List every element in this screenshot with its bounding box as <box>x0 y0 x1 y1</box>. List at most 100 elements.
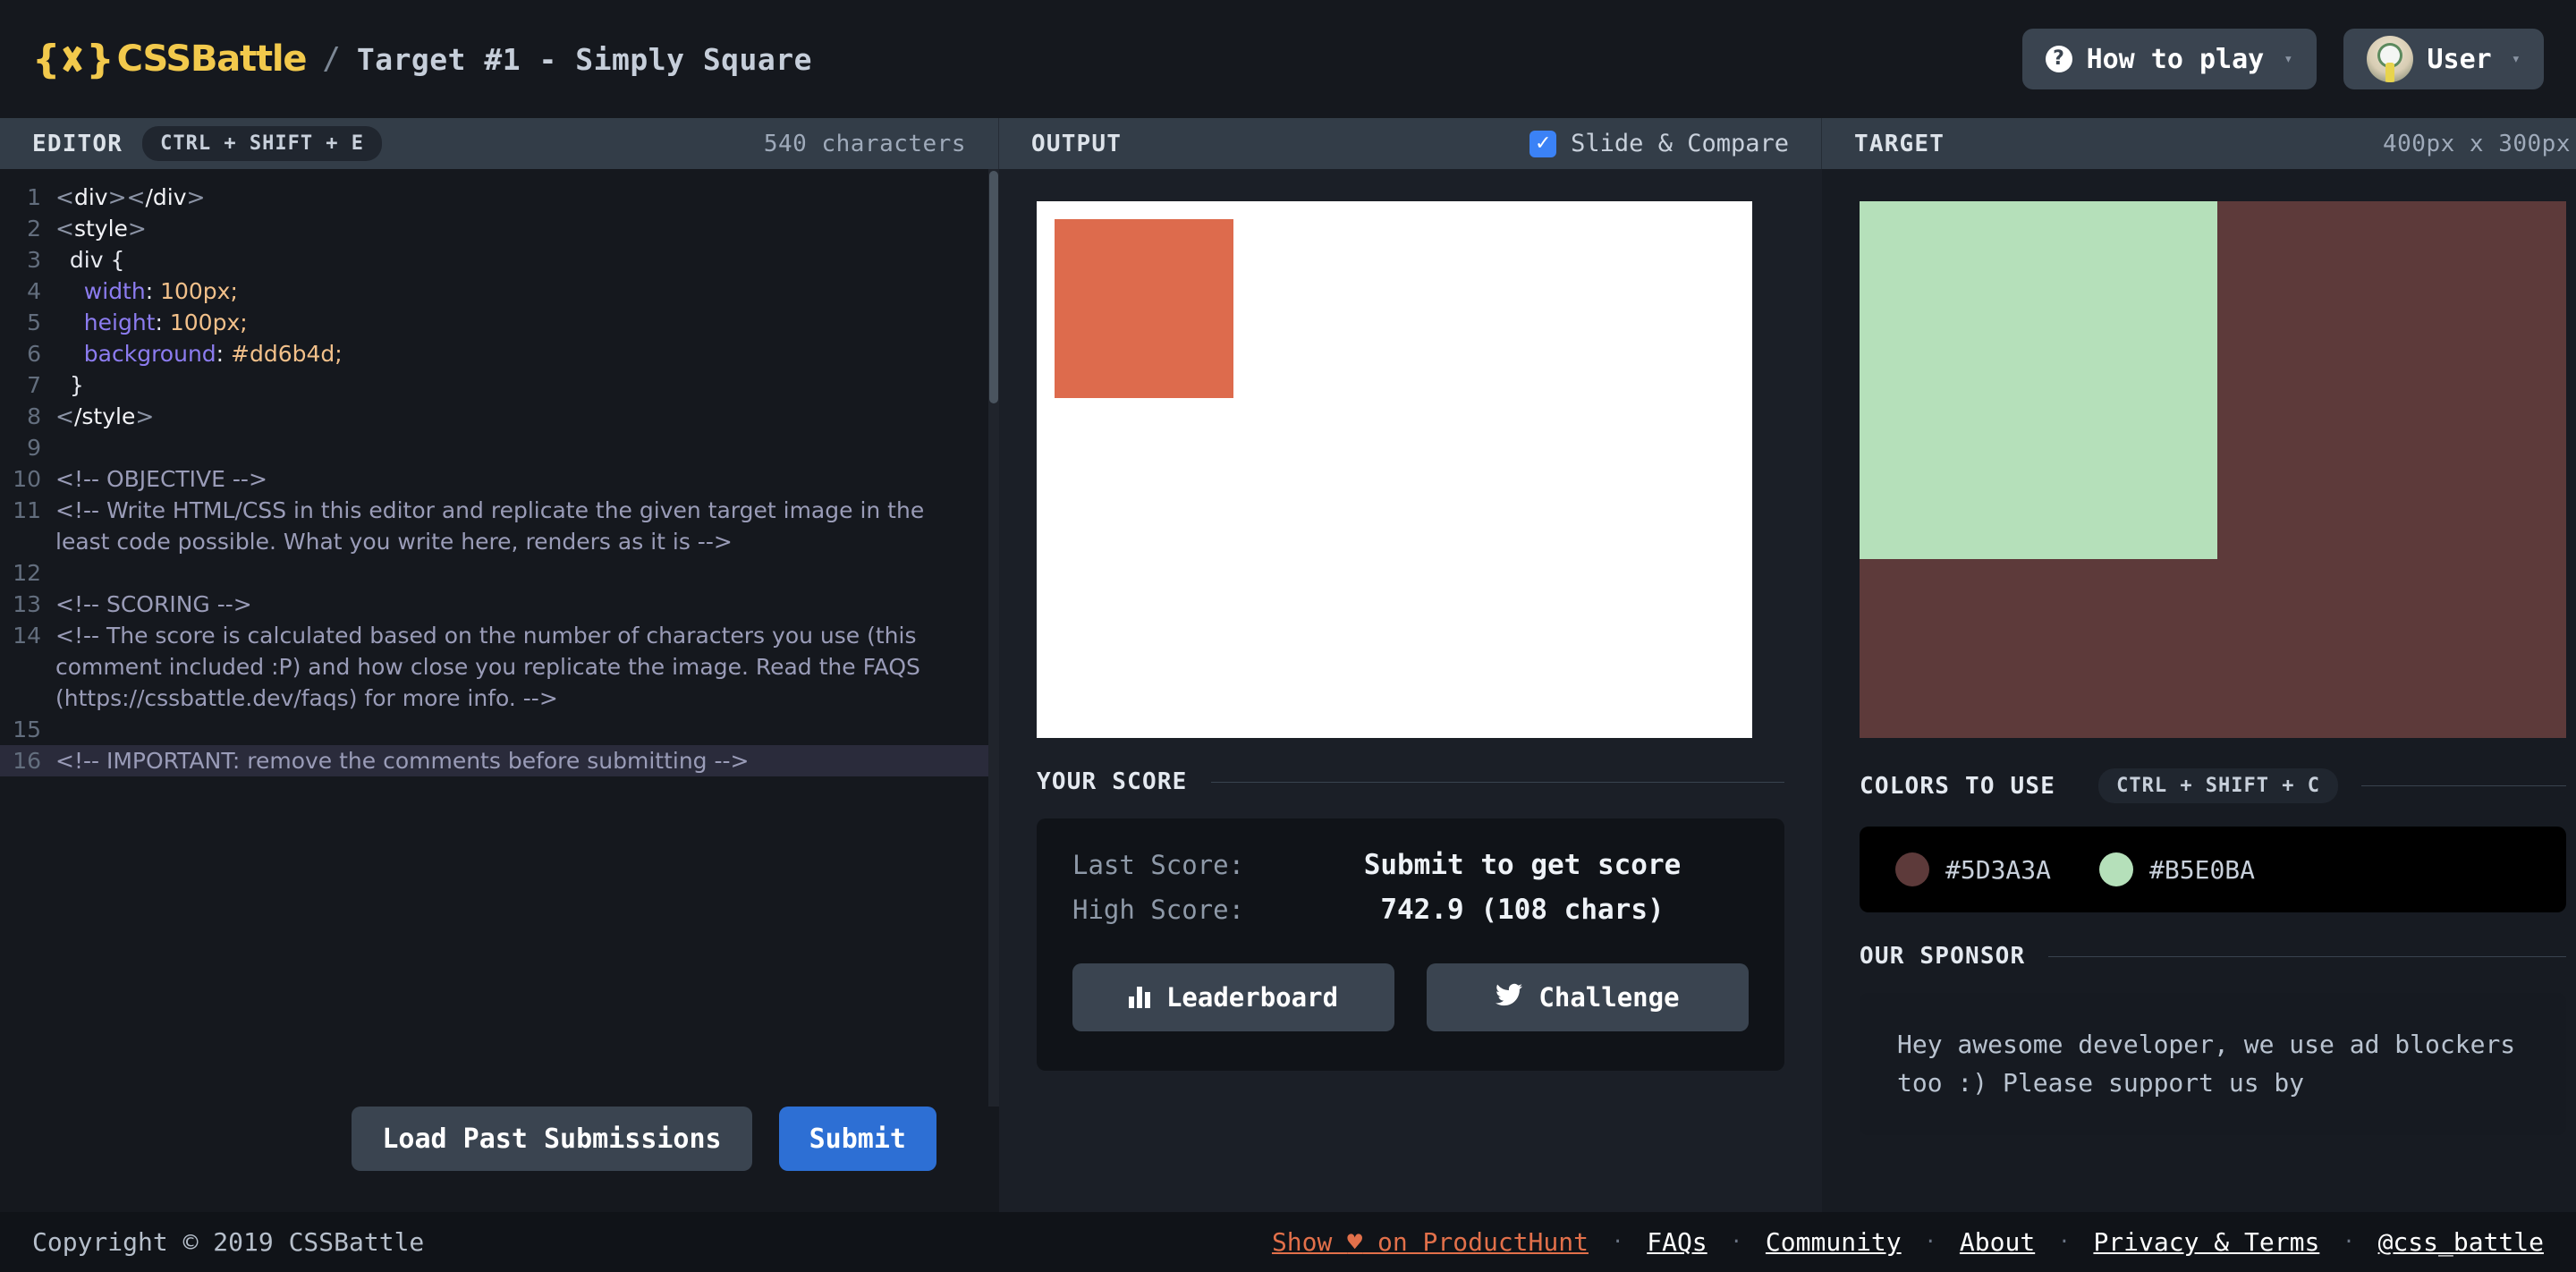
target-panel-title: TARGET <box>1854 131 1945 157</box>
code-line[interactable]: 11<!-- Write HTML/CSS in this editor and… <box>0 495 999 557</box>
logo-brace-right: } <box>86 37 113 82</box>
code-editor[interactable]: 1<div></div>2<style>3 div {4 width: 100p… <box>0 169 999 1107</box>
line-number: 11 <box>0 495 55 526</box>
line-number: 5 <box>0 307 55 338</box>
code-line[interactable]: 2<style> <box>0 213 999 244</box>
load-past-submissions-button[interactable]: Load Past Submissions <box>352 1107 751 1171</box>
code-line[interactable]: 7 } <box>0 369 999 401</box>
code-line[interactable]: 10<!-- OBJECTIVE --> <box>0 463 999 495</box>
last-score-value: Submit to get score <box>1296 849 1749 881</box>
footer-separator-dot: · <box>1612 1231 1623 1253</box>
code-line-text: <!-- SCORING --> <box>55 589 999 620</box>
editor-actions: Load Past Submissions Submit <box>0 1107 999 1212</box>
color-swatch[interactable]: #B5E0BA <box>2099 852 2255 886</box>
page-title: Target #1 - Simply Square <box>357 42 812 77</box>
footer-separator-dot: · <box>2058 1231 2070 1253</box>
user-menu-button[interactable]: User ▾ <box>2343 29 2545 89</box>
code-line[interactable]: 15 <box>0 714 999 745</box>
code-line[interactable]: 8</style> <box>0 401 999 432</box>
twitter-icon <box>1496 982 1522 1013</box>
breadcrumb-separator: / <box>322 41 340 77</box>
how-to-play-button[interactable]: ? How to play ▾ <box>2022 29 2317 89</box>
color-swatch-hex: #5D3A3A <box>1945 855 2051 885</box>
code-line[interactable]: 9 <box>0 432 999 463</box>
target-preview-canvas <box>1860 201 2566 738</box>
slide-compare-label: Slide & Compare <box>1571 130 1789 157</box>
code-line[interactable]: 4 width: 100px; <box>0 276 999 307</box>
slide-compare-toggle[interactable]: ✓ Slide & Compare <box>1530 130 1789 157</box>
cssbattle-logo[interactable]: { } CSSBattle <box>32 37 306 82</box>
line-number: 13 <box>0 589 55 620</box>
last-score-row: Last Score: Submit to get score <box>1072 849 1749 881</box>
line-number: 7 <box>0 369 55 401</box>
code-line-text: </style> <box>55 401 999 432</box>
how-to-play-label: How to play <box>2087 44 2265 75</box>
code-line[interactable]: 12 <box>0 557 999 589</box>
leaderboard-button[interactable]: Leaderboard <box>1072 963 1394 1031</box>
challenge-button[interactable]: Challenge <box>1427 963 1749 1031</box>
copyright-text: Copyright © 2019 CSSBattle <box>32 1227 424 1257</box>
footer-link-faqs[interactable]: FAQs <box>1647 1227 1707 1257</box>
line-number: 1 <box>0 182 55 213</box>
editor-scrollbar[interactable] <box>988 169 999 1107</box>
footer-separator-dot: · <box>2343 1231 2354 1253</box>
code-line-text: <!-- The score is calculated based on th… <box>55 620 999 714</box>
footer-separator-dot: · <box>1925 1231 1936 1253</box>
output-panel: OUTPUT ✓ Slide & Compare YOUR SCORE Last… <box>999 118 1822 1212</box>
code-line[interactable]: 3 div { <box>0 244 999 276</box>
app-header: { } CSSBattle / Target #1 - Simply Squar… <box>0 0 2576 118</box>
checkbox-checked-icon[interactable]: ✓ <box>1530 131 1556 157</box>
logo-wordmark: CSSBattle <box>117 38 307 80</box>
section-divider <box>2361 785 2566 786</box>
heart-icon: ♥ <box>1347 1227 1362 1257</box>
target-panel: TARGET 400px x 300px COLORS TO USE CTRL … <box>1822 118 2576 1212</box>
your-score-title: YOUR SCORE <box>1037 768 1188 795</box>
logo-x-icon <box>57 44 88 74</box>
sponsor-title: OUR SPONSOR <box>1860 943 2025 970</box>
code-line-text: <!-- Write HTML/CSS in this editor and r… <box>55 495 999 557</box>
leaderboard-label: Leaderboard <box>1166 982 1338 1013</box>
high-score-row: High Score: 742.9 (108 chars) <box>1072 894 1749 926</box>
logo-brace-left: { <box>32 37 59 82</box>
submit-button[interactable]: Submit <box>779 1107 936 1171</box>
target-green-square <box>1860 201 2217 559</box>
line-number: 15 <box>0 714 55 745</box>
code-line-text: <div></div> <box>55 182 999 213</box>
color-swatch-hex: #B5E0BA <box>2149 855 2255 885</box>
character-count: 540 characters <box>764 131 966 157</box>
output-panel-title: OUTPUT <box>1031 131 1122 157</box>
editor-scrollbar-thumb[interactable] <box>989 171 998 403</box>
line-number: 16 <box>0 745 55 776</box>
color-swatch-dot <box>1895 852 1929 886</box>
code-line[interactable]: 16<!-- IMPORTANT: remove the comments be… <box>0 745 999 776</box>
code-line[interactable]: 6 background: #dd6b4d; <box>0 338 999 369</box>
target-dimensions: 400px x 300px <box>2383 131 2571 157</box>
color-swatch[interactable]: #5D3A3A <box>1895 852 2051 886</box>
output-panel-header: OUTPUT ✓ Slide & Compare <box>999 118 1822 169</box>
code-line[interactable]: 1<div></div> <box>0 182 999 213</box>
line-number: 9 <box>0 432 55 463</box>
code-line[interactable]: 13<!-- SCORING --> <box>0 589 999 620</box>
footer-links: Show ♥ on ProductHunt · FAQs · Community · Abo… <box>1272 1227 2544 1257</box>
question-circle-icon: ? <box>2046 46 2072 72</box>
editor-shortcut-badge: CTRL + SHIFT + E <box>142 126 382 161</box>
code-line-text: } <box>55 369 999 401</box>
footer-link-producthunt[interactable]: Show ♥ on ProductHunt <box>1272 1227 1589 1257</box>
your-score-section-header: YOUR SCORE <box>1037 768 1784 795</box>
line-number: 6 <box>0 338 55 369</box>
footer-link-community[interactable]: Community <box>1766 1227 1902 1257</box>
code-line[interactable]: 14<!-- The score is calculated based on … <box>0 620 999 714</box>
sponsor-section-header: OUR SPONSOR <box>1860 943 2566 970</box>
code-line-text: height: 100px; <box>55 307 999 338</box>
footer-link-privacy-terms[interactable]: Privacy & Terms <box>2093 1227 2319 1257</box>
code-line[interactable]: 5 height: 100px; <box>0 307 999 338</box>
footer-link-css-battle[interactable]: @css_battle <box>2378 1227 2544 1257</box>
target-panel-header: TARGET 400px x 300px <box>1822 118 2576 169</box>
main-columns: EDITOR CTRL + SHIFT + E 540 characters 1… <box>0 118 2576 1212</box>
line-number: 14 <box>0 620 55 651</box>
editor-panel-header: EDITOR CTRL + SHIFT + E 540 characters <box>0 118 999 169</box>
line-number: 4 <box>0 276 55 307</box>
footer-link-about[interactable]: About <box>1960 1227 2035 1257</box>
code-line-text: <!-- IMPORTANT: remove the comments befo… <box>55 745 999 776</box>
colors-section-header: COLORS TO USE CTRL + SHIFT + C <box>1860 768 2566 803</box>
